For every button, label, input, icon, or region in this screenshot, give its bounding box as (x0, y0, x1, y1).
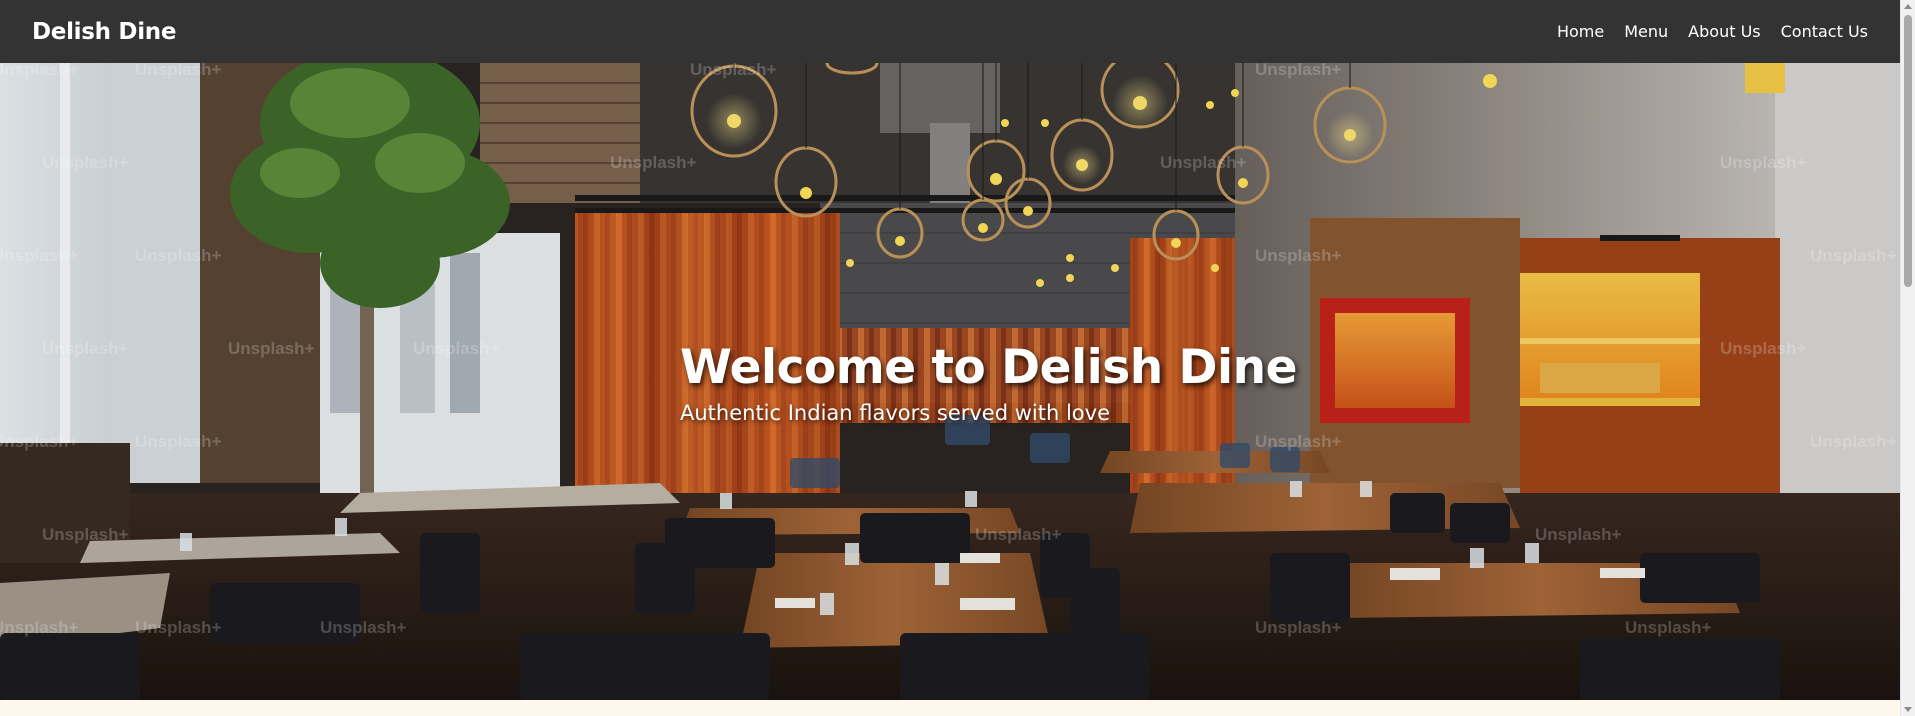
vertical-scrollbar[interactable] (1900, 0, 1915, 716)
nav-link-menu[interactable]: Menu (1624, 22, 1668, 41)
nav-item-menu: Menu (1624, 22, 1668, 41)
nav-links: Home Menu About Us Contact Us (1557, 22, 1868, 41)
nav-link-home[interactable]: Home (1557, 22, 1604, 41)
page-content-below-hero (0, 700, 1900, 716)
nav-link-contact-us[interactable]: Contact Us (1781, 22, 1868, 41)
nav-item-about: About Us (1688, 22, 1760, 41)
hero-section: Unsplash+ Unsplash+ Unsplash+ Unsplash+ … (0, 63, 1900, 700)
nav-link-about-us[interactable]: About Us (1688, 22, 1760, 41)
nav-item-home: Home (1557, 22, 1604, 41)
page: Delish Dine Home Menu About Us Contact U… (0, 0, 1915, 716)
hero-text: Welcome to Delish Dine Authentic Indian … (680, 340, 1298, 425)
scroll-up-arrow-icon[interactable] (1904, 4, 1912, 9)
hero-title: Welcome to Delish Dine (680, 340, 1298, 395)
brand-logo[interactable]: Delish Dine (32, 19, 176, 45)
nav-item-contact: Contact Us (1781, 22, 1868, 41)
hero-subtitle: Authentic Indian flavors served with lov… (680, 401, 1110, 425)
navbar: Delish Dine Home Menu About Us Contact U… (0, 0, 1900, 63)
scroll-down-arrow-icon[interactable] (1904, 707, 1912, 712)
scrollbar-thumb[interactable] (1904, 15, 1912, 287)
